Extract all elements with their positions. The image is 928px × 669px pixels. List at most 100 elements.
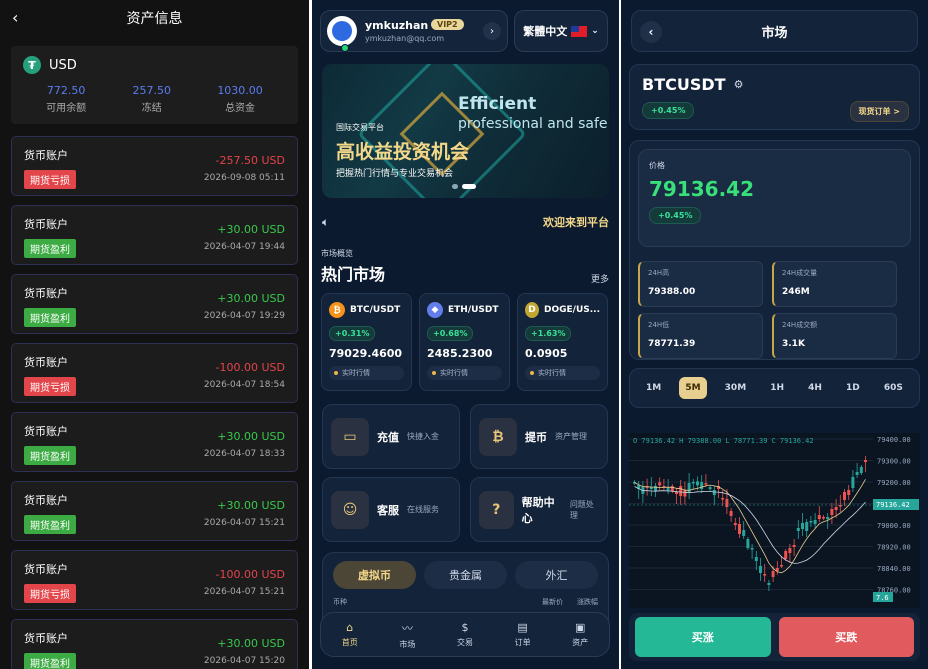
market-card[interactable]: ₿ BTC/USDT +0.31% 79029.4600 实时行情: [321, 293, 412, 391]
nav-label: 交易: [456, 638, 473, 647]
home-icon: ⌂: [346, 621, 354, 634]
price: 0.0905: [525, 347, 568, 360]
header: ‹ 资产信息: [0, 0, 309, 36]
live-tag: 实时行情: [329, 366, 404, 380]
assets-icon: ▣: [574, 621, 586, 634]
nav-label: 订单: [514, 638, 531, 647]
nav-market[interactable]: 〰市场: [399, 620, 415, 650]
action-subtitle: 快捷入金: [407, 432, 439, 441]
more-link[interactable]: 更多: [591, 272, 609, 285]
currency-title: ₮ USD: [23, 56, 286, 74]
status-badge: 期货亏损: [24, 584, 76, 603]
tab-forex[interactable]: 外汇: [515, 561, 598, 589]
pair-name: BTC/USDT: [350, 305, 401, 315]
nav-label: 市场: [399, 639, 416, 649]
timeframe-4h[interactable]: 4H: [802, 377, 828, 399]
transaction-row[interactable]: 货币账户 期货盈利 +30.00 USD 2026-04-07 19:44: [11, 205, 298, 265]
axis-tick-label: 78920.00: [877, 544, 911, 552]
candle-body: [754, 557, 758, 561]
dot-icon: [334, 371, 338, 375]
transaction-row[interactable]: 货币账户 期货亏损 -257.50 USD 2026-09-08 05:11: [11, 136, 298, 196]
action-support-button[interactable]: ☺ 客服 在线服务: [322, 477, 460, 542]
timestamp: 2026-04-07 18:54: [203, 380, 285, 390]
market-card[interactable]: ◆ ETH/USDT +0.68% 2485.2300 实时行情: [419, 293, 510, 391]
candle-body: [855, 472, 859, 475]
candle-body: [696, 481, 699, 486]
transaction-row[interactable]: 货币账户 期货亏损 -100.00 USD 2026-04-07 18:54: [11, 343, 298, 403]
amount: -100.00 USD: [215, 568, 285, 581]
tether-icon: ₮: [23, 56, 41, 74]
transaction-row[interactable]: 货币账户 期货盈利 +30.00 USD 2026-04-07 19:29: [11, 274, 298, 334]
promo-banner[interactable]: Efficient professional and safe 国际交易平台 高…: [322, 64, 609, 198]
action-help-button[interactable]: ? 帮助中心 问题处理: [470, 477, 608, 542]
transaction-row[interactable]: 货币账户 期货亏损 -100.00 USD 2026-04-07 15:21: [11, 550, 298, 610]
currency-stats: 772.50 可用余额 257.50 冻结 1030.00 总资金: [23, 84, 286, 114]
nav-trade[interactable]: $ 交易: [457, 621, 473, 648]
tab-metals[interactable]: 贵金属: [424, 561, 507, 589]
candle-body: [805, 522, 809, 531]
column-header: 币种: [333, 598, 347, 606]
market-icon: 〰: [401, 621, 413, 635]
notice-bar: 🔈︎ 欢迎来到平台: [322, 214, 609, 230]
transaction-row[interactable]: 货币账户 期货盈利 +30.00 USD 2026-04-07 18:33: [11, 412, 298, 472]
chevron-right-icon[interactable]: ›: [483, 22, 501, 40]
action-withdraw-button[interactable]: ₿ 提币 资产管理: [470, 404, 608, 469]
banner-subline-en: professional and safe: [458, 116, 608, 132]
back-icon[interactable]: ‹: [12, 8, 18, 27]
stat-value: 257.50: [132, 84, 171, 97]
action-title: 客服: [377, 503, 399, 517]
settings-sliders-icon[interactable]: ⚙︎: [734, 78, 744, 91]
action-subtitle: 在线服务: [407, 505, 439, 514]
page-title: 市场: [761, 25, 788, 41]
tab-crypto[interactable]: 虚拟币: [333, 561, 416, 589]
timestamp: 2026-09-08 05:11: [203, 173, 285, 183]
buy-long-button[interactable]: 买涨: [635, 617, 771, 657]
candle-body: [670, 486, 674, 492]
nav-orders[interactable]: ▤ 订单: [515, 621, 531, 648]
action-title: 帮助中心: [521, 495, 555, 525]
transaction-row[interactable]: 货币账户 期货盈利 +30.00 USD 2026-04-07 15:21: [11, 481, 298, 541]
trade-bar: 买涨 买跌: [629, 613, 920, 661]
candlestick-chart[interactable]: 79400.0079300.0079200.0079100.0079000.00…: [629, 433, 920, 608]
amount: +30.00 USD: [217, 292, 285, 305]
timeframe-1m[interactable]: 1M: [640, 377, 667, 399]
banner-title: 高收益投资机会: [336, 141, 470, 163]
market-table-header: 币种 最新价 涨跌幅: [333, 597, 598, 607]
candle-body: [658, 482, 662, 486]
nav-assets[interactable]: ▣ 资产: [572, 621, 588, 648]
pair-change-badge: +0.45%: [642, 102, 695, 119]
user-card[interactable]: ymkuzhan ymkuzhan@qq.com VIP2 ›: [320, 10, 508, 52]
stat-label: 24H成交额: [782, 321, 818, 329]
candle-body: [708, 487, 712, 490]
action-wallet-button[interactable]: ▭ 充值 快捷入金: [322, 404, 460, 469]
sell-short-button[interactable]: 买跌: [778, 617, 914, 657]
language-selector[interactable]: 繁體中文 ⌄: [514, 10, 608, 52]
live-tag: 实时行情: [427, 366, 502, 380]
timeframe-1d[interactable]: 1D: [840, 377, 866, 399]
section-header: 热门市场 更多: [321, 261, 609, 285]
carousel-dot-active[interactable]: [462, 184, 476, 189]
status-badge: 期货盈利: [24, 653, 76, 669]
back-icon[interactable]: ‹: [640, 21, 662, 43]
section-subtitle: 市场概览: [321, 249, 353, 258]
timeframe-60s[interactable]: 60S: [878, 377, 909, 399]
home-screen: ymkuzhan ymkuzhan@qq.com VIP2 › 繁體中文 ⌄ E…: [312, 0, 619, 669]
transaction-row[interactable]: 货币账户 期货盈利 +30.00 USD 2026-04-07 15:20: [11, 619, 298, 669]
timeframe-1h[interactable]: 1H: [764, 377, 790, 399]
timeframe-5m[interactable]: 5M: [679, 377, 707, 399]
pair-name: BTCUSDT: [642, 75, 726, 94]
vip-badge: VIP2: [431, 19, 464, 30]
carousel-dots[interactable]: [452, 184, 476, 189]
currency-name: USD: [49, 57, 77, 73]
bitcoin-icon: ₿: [329, 302, 345, 318]
nav-home[interactable]: ⌂ 首页: [342, 621, 358, 648]
candle-body: [679, 485, 683, 496]
candle-body: [725, 499, 729, 507]
carousel-dot[interactable]: [452, 184, 458, 189]
candle-body: [746, 539, 750, 548]
header: ‹ 市场: [631, 10, 918, 52]
spot-order-button[interactable]: 现货订单 >: [849, 101, 909, 122]
market-card[interactable]: D DOGE/US... +1.63% 0.0905 实时行情: [517, 293, 608, 391]
timeframe-30m[interactable]: 30M: [719, 377, 752, 399]
price: 2485.2300: [427, 347, 493, 360]
